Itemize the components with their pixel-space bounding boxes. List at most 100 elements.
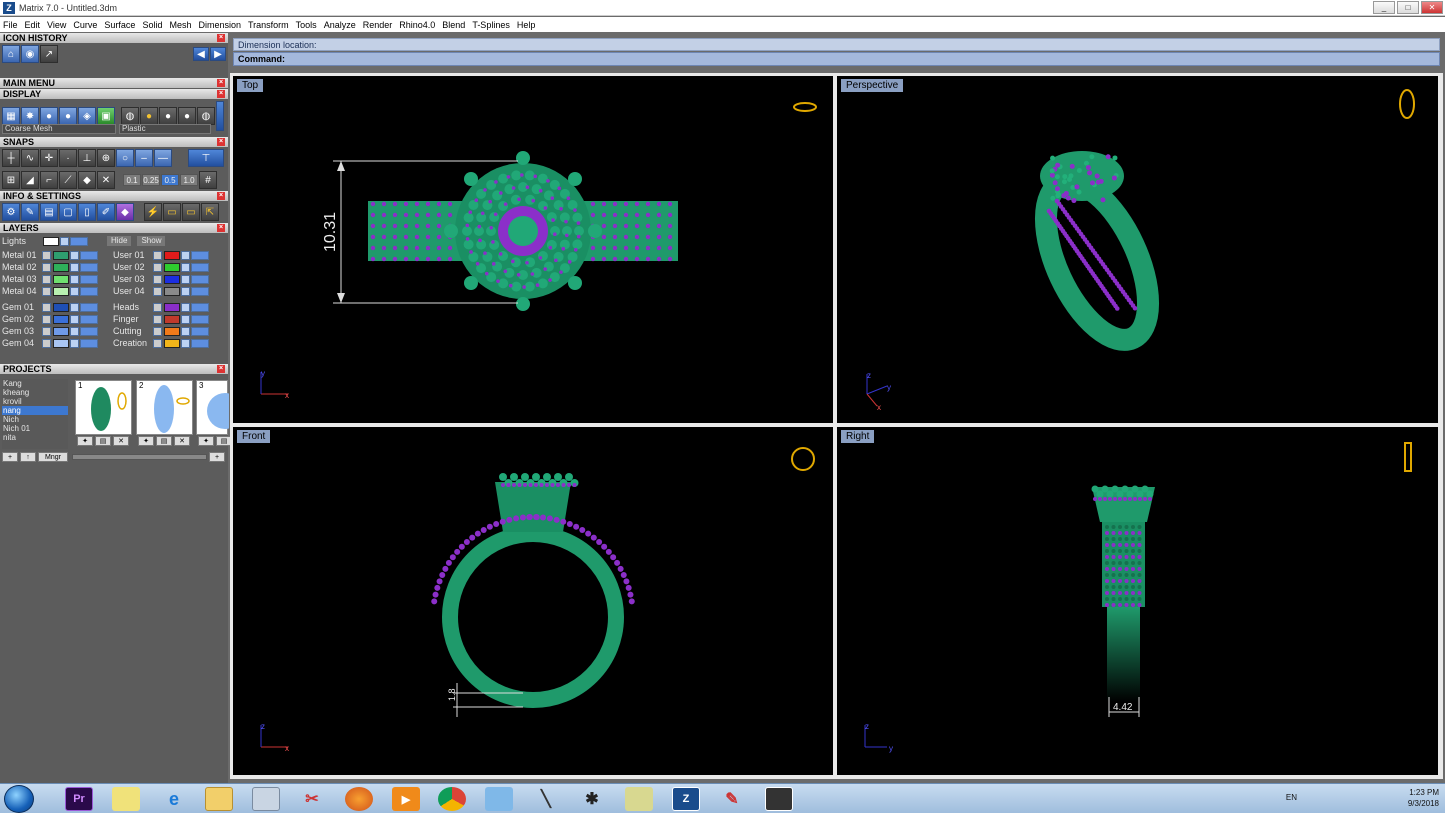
layer-lock-icon[interactable] bbox=[70, 303, 79, 312]
layer-visible-icon[interactable] bbox=[191, 315, 209, 324]
layer-row-metal-04[interactable]: Metal 04 bbox=[2, 285, 113, 297]
material-sphere-1-icon[interactable]: ◍ bbox=[121, 107, 139, 125]
layer-color-swatch[interactable] bbox=[164, 287, 180, 296]
back-arrow-icon[interactable]: ◀ bbox=[193, 47, 209, 61]
snap-grid-toggle-icon[interactable]: # bbox=[199, 171, 217, 189]
snap-ortho-icon[interactable]: ⊞ bbox=[2, 171, 20, 189]
snaps-header[interactable]: SNAPS × bbox=[0, 137, 228, 147]
layer-lock-icon[interactable] bbox=[181, 327, 190, 336]
layer-arrow-icon[interactable] bbox=[153, 315, 162, 324]
layer-lock-icon[interactable] bbox=[181, 315, 190, 324]
layer-visible-icon[interactable] bbox=[80, 315, 98, 324]
internet-explorer-icon[interactable]: e bbox=[160, 787, 188, 811]
hide-button[interactable]: Hide bbox=[107, 236, 131, 246]
info-export-icon[interactable]: ⇱ bbox=[201, 203, 219, 221]
snap-center-icon[interactable]: ⊕ bbox=[97, 149, 115, 167]
material-gold-icon[interactable]: ● bbox=[140, 107, 158, 125]
history-icon-2[interactable]: ◉ bbox=[21, 45, 39, 63]
layer-row-gem-04[interactable]: Gem 04 bbox=[2, 337, 113, 349]
layer-visible-icon[interactable] bbox=[80, 327, 98, 336]
project-thumb-1[interactable]: 1 bbox=[75, 380, 132, 435]
layer-arrow-icon[interactable] bbox=[153, 263, 162, 272]
snap-end-icon[interactable]: ⌐ bbox=[40, 171, 58, 189]
layer-arrow-icon[interactable] bbox=[153, 339, 162, 348]
layer-color-swatch[interactable] bbox=[53, 263, 69, 272]
layer-visible-icon[interactable] bbox=[191, 251, 209, 260]
matrix-taskbar-icon[interactable]: Z bbox=[672, 787, 700, 811]
snap-value-0-25[interactable]: 0.25 bbox=[142, 174, 160, 186]
cube-icon[interactable]: ◆ bbox=[116, 203, 134, 221]
pencil-icon[interactable]: ✐ bbox=[97, 203, 115, 221]
close-icon[interactable]: × bbox=[217, 138, 225, 146]
layer-color-swatch[interactable] bbox=[164, 303, 180, 312]
layer-arrow-icon[interactable] bbox=[42, 327, 51, 336]
layer-color-swatch[interactable] bbox=[53, 315, 69, 324]
layer-visible-icon[interactable] bbox=[80, 287, 98, 296]
layer-visible-icon[interactable] bbox=[80, 339, 98, 348]
menu-analyze[interactable]: Analyze bbox=[324, 20, 356, 30]
menu-edit[interactable]: Edit bbox=[25, 20, 41, 30]
copy-icon[interactable]: ▤ bbox=[156, 436, 172, 446]
render-sphere-icon[interactable]: ● bbox=[40, 107, 58, 125]
menu-help[interactable]: Help bbox=[517, 20, 536, 30]
close-icon[interactable]: × bbox=[217, 192, 225, 200]
layer-lock-icon[interactable] bbox=[70, 287, 79, 296]
layer-row-finger[interactable]: Finger bbox=[113, 313, 224, 325]
premiere-icon[interactable]: Pr bbox=[65, 787, 93, 811]
menu-dimension[interactable]: Dimension bbox=[198, 20, 241, 30]
project-item[interactable]: Kang bbox=[2, 379, 68, 388]
layer-lock-icon[interactable] bbox=[181, 251, 190, 260]
layer-lock-icon[interactable] bbox=[70, 315, 79, 324]
history-icon-1[interactable]: ⌂ bbox=[2, 45, 20, 63]
document-icon[interactable]: ▯ bbox=[78, 203, 96, 221]
close-icon[interactable]: × bbox=[217, 365, 225, 373]
command-prompt[interactable]: Command: bbox=[233, 52, 1440, 66]
layer-arrow-icon[interactable] bbox=[42, 315, 51, 324]
layer-lock-icon[interactable] bbox=[70, 327, 79, 336]
snap-tan-icon[interactable]: ‒ bbox=[135, 149, 153, 167]
chrome-icon[interactable] bbox=[438, 787, 466, 811]
menu-transform[interactable]: Transform bbox=[248, 20, 289, 30]
snap-grid-icon[interactable]: ┼ bbox=[2, 149, 20, 167]
layer-arrow-icon[interactable] bbox=[153, 287, 162, 296]
add-project-icon[interactable]: + bbox=[2, 452, 18, 462]
layer-row-cutting[interactable]: Cutting bbox=[113, 325, 224, 337]
app-window-icon[interactable] bbox=[765, 787, 793, 811]
up-project-icon[interactable]: ↑ bbox=[20, 452, 36, 462]
xray-icon[interactable]: ◈ bbox=[78, 107, 96, 125]
material-sphere-3-icon[interactable]: ● bbox=[178, 107, 196, 125]
copy-icon[interactable]: ▤ bbox=[95, 436, 111, 446]
minimize-button[interactable]: _ bbox=[1373, 1, 1395, 14]
move-icon[interactable]: ✦ bbox=[198, 436, 214, 446]
projects-list[interactable]: Kang kheang krovil nang Nich Nich 01 nita bbox=[2, 379, 68, 449]
layer-color-swatch[interactable] bbox=[164, 339, 180, 348]
layer-lock-icon[interactable] bbox=[181, 275, 190, 284]
info-dim-icon[interactable]: ⚡ bbox=[144, 203, 162, 221]
layer-color-swatch[interactable] bbox=[164, 275, 180, 284]
layer-row-metal-02[interactable]: Metal 02 bbox=[2, 261, 113, 273]
projects-scrollbar[interactable] bbox=[72, 454, 207, 460]
settings-gear-icon[interactable]: ⚙ bbox=[2, 203, 20, 221]
project-item[interactable]: kheang bbox=[2, 388, 68, 397]
viewport-front-label[interactable]: Front bbox=[237, 430, 270, 443]
close-icon[interactable]: × bbox=[217, 79, 225, 87]
move-icon[interactable]: ✦ bbox=[138, 436, 154, 446]
project-item[interactable]: nang bbox=[2, 406, 68, 415]
menu-file[interactable]: File bbox=[3, 20, 18, 30]
layer-row-heads[interactable]: Heads bbox=[113, 301, 224, 313]
layer-row-metal-03[interactable]: Metal 03 bbox=[2, 273, 113, 285]
layer-color-swatch[interactable] bbox=[164, 263, 180, 272]
language-indicator[interactable]: EN bbox=[1286, 793, 1297, 802]
projects-header[interactable]: PROJECTS × bbox=[0, 364, 228, 374]
layer-row-gem-01[interactable]: Gem 01 bbox=[2, 301, 113, 313]
project-item[interactable]: nita bbox=[2, 433, 68, 442]
layer-visible-icon[interactable] bbox=[80, 275, 98, 284]
layer-arrow-icon[interactable] bbox=[153, 275, 162, 284]
layer-color-swatch[interactable] bbox=[164, 327, 180, 336]
display-mode-dropdown[interactable]: Coarse Mesh bbox=[2, 124, 116, 134]
menu-render[interactable]: Render bbox=[363, 20, 393, 30]
snap-mid-icon[interactable]: — bbox=[154, 149, 172, 167]
layer-row-gem-03[interactable]: Gem 03 bbox=[2, 325, 113, 337]
close-button[interactable]: ✕ bbox=[1421, 1, 1443, 14]
close-icon[interactable]: × bbox=[217, 224, 225, 232]
